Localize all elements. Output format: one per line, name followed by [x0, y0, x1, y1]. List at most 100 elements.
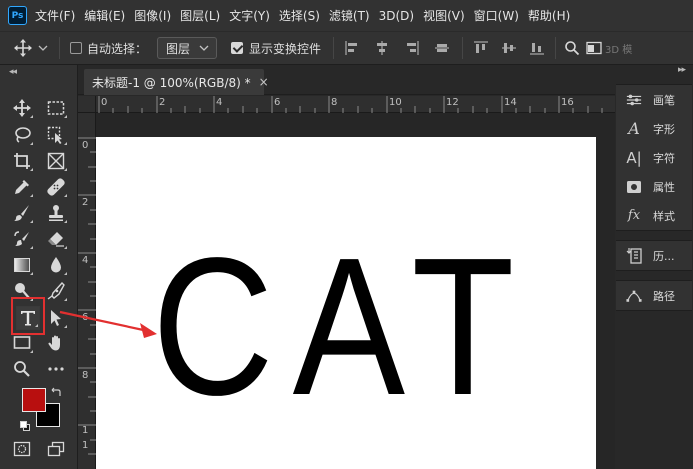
panel-label: 历... — [653, 249, 675, 263]
auto-select-target-dropdown[interactable]: 图层 — [157, 37, 218, 59]
panel-label: 路径 — [653, 289, 675, 303]
ruler-h-label: 16 — [561, 97, 574, 108]
document-tab-bar: 未标题-1 @ 100%(RGB/8) * × — [78, 65, 615, 95]
ruler-h-label: 0 — [101, 97, 108, 108]
ruler-h-label: 6 — [274, 97, 281, 108]
ruler-h-label: 8 — [331, 97, 338, 108]
default-colors-icon[interactable] — [20, 421, 30, 431]
more-dots-icon — [48, 367, 64, 371]
panel-history[interactable]: 历... — [616, 241, 692, 270]
eyedropper-tool[interactable] — [10, 175, 34, 199]
quick-mask-button[interactable] — [10, 437, 34, 461]
align-top-edges-icon[interactable] — [473, 40, 489, 56]
panel-styles[interactable]: fx 样式 — [616, 201, 692, 230]
toolbar-collapse-icon[interactable]: ◂◂ — [9, 67, 17, 77]
blur-drop-icon — [51, 257, 61, 273]
panel-label: 字形 — [653, 122, 675, 136]
swap-colors-icon[interactable] — [51, 387, 61, 397]
auto-select-label: 自动选择： — [87, 41, 148, 56]
blur-tool[interactable] — [44, 253, 68, 277]
rectangular-marquee-tool[interactable] — [44, 96, 68, 120]
align-right-edges-icon[interactable] — [404, 40, 420, 56]
eraser-tool[interactable] — [44, 227, 68, 251]
frame-tool[interactable] — [44, 149, 68, 173]
document-tab-title: 未标题-1 @ 100%(RGB/8) * — [92, 75, 251, 90]
menu-image[interactable]: 图像(I) — [134, 7, 171, 24]
panel-glyphs[interactable]: A 字形 — [616, 114, 692, 143]
align-middle-icon[interactable] — [501, 40, 517, 56]
align-vertical-centers-icon[interactable] — [434, 40, 450, 56]
options-separator — [555, 37, 557, 59]
panel-paths[interactable]: 路径 — [616, 281, 692, 310]
edit-toolbar-button[interactable] — [44, 357, 68, 381]
properties-icon — [626, 179, 642, 195]
menu-3d[interactable]: 3D(D) — [379, 9, 414, 23]
vertical-ruler[interactable]: 0 2 4 6 8 1 1 — [78, 113, 96, 469]
search-icon[interactable] — [564, 40, 580, 56]
clone-stamp-tool[interactable] — [44, 201, 68, 225]
auto-select-checkbox[interactable] — [70, 42, 82, 54]
menu-bar: Ps 文件(F) 编辑(E) 图像(I) 图层(L) 文字(Y) 选择(S) 滤… — [0, 0, 693, 31]
ruler-origin[interactable] — [78, 96, 96, 113]
zoom-tool[interactable] — [10, 357, 34, 381]
panel-brushes[interactable]: 画笔 — [616, 85, 692, 114]
frame-icon — [47, 152, 65, 170]
panel-properties[interactable]: 属性 — [616, 172, 692, 201]
stamp-icon — [49, 205, 63, 221]
menu-window[interactable]: 窗口(W) — [474, 7, 519, 24]
options-separator — [333, 37, 335, 59]
align-horizontal-centers-icon[interactable] — [374, 40, 390, 56]
align-left-edges-icon[interactable] — [344, 40, 360, 56]
menu-select[interactable]: 选择(S) — [279, 7, 320, 24]
document-tab[interactable]: 未标题-1 @ 100%(RGB/8) * × — [84, 69, 269, 95]
gradient-tool[interactable] — [10, 253, 34, 277]
move-tool-icon[interactable] — [14, 39, 32, 57]
menu-type[interactable]: 文字(Y) — [229, 7, 270, 24]
zoom-icon — [14, 361, 30, 377]
eyedropper-icon — [15, 180, 29, 194]
panel-dock-collapse-icon[interactable]: ▸▸ — [615, 65, 693, 81]
ruler-h-label: 14 — [504, 97, 517, 108]
rectangle-shape-icon — [13, 336, 31, 349]
glyphs-icon: A — [628, 119, 640, 138]
panel-character[interactable]: A| 字符 — [616, 143, 692, 172]
menu-layer[interactable]: 图层(L) — [180, 7, 220, 24]
3d-mode-label: 3D 模 — [605, 44, 633, 56]
menu-view[interactable]: 视图(V) — [423, 7, 465, 24]
panel-group-paths: 路径 — [616, 280, 692, 311]
ruler-v-label: 0 — [82, 140, 89, 151]
lasso-tool[interactable] — [10, 123, 34, 147]
menu-edit[interactable]: 编辑(E) — [84, 7, 125, 24]
show-transform-controls-checkbox[interactable] — [231, 42, 244, 54]
canvas-text-layer[interactable]: CAT — [152, 229, 533, 425]
screen-mode-button[interactable] — [44, 437, 68, 461]
foreground-color-swatch[interactable] — [22, 388, 46, 412]
horizontal-ruler[interactable]: 0 2 4 6 8 10 12 14 16 — [96, 96, 615, 113]
ruler-h-label: 10 — [389, 97, 402, 108]
menu-help[interactable]: 帮助(H) — [528, 7, 570, 24]
workspace-icon[interactable] — [586, 41, 602, 55]
menu-filter[interactable]: 滤镜(T) — [329, 7, 370, 24]
healing-brush-icon — [47, 178, 65, 196]
annotation-arrow — [59, 310, 157, 338]
eraser-icon — [48, 232, 64, 247]
menu-file[interactable]: 文件(F) — [35, 7, 75, 24]
tool-preset-chevron-down-icon[interactable] — [37, 43, 49, 53]
crop-tool[interactable] — [10, 149, 34, 173]
panel-label: 样式 — [653, 209, 675, 223]
panel-group-history: 历... — [616, 240, 692, 271]
brush-tool[interactable] — [10, 201, 34, 225]
show-transform-controls-label: 显示变换控件 — [249, 41, 322, 56]
spot-healing-brush-tool[interactable] — [44, 175, 68, 199]
align-bottom-edges-icon[interactable] — [529, 40, 545, 56]
move-tool[interactable] — [10, 96, 34, 120]
panel-label: 画笔 — [653, 93, 675, 107]
object-selection-tool[interactable] — [44, 123, 68, 147]
close-document-icon[interactable]: × — [259, 75, 269, 89]
ruler-v-label: 2 — [82, 197, 89, 208]
brush-settings-icon — [626, 92, 642, 108]
brush-icon — [14, 205, 29, 221]
history-brush-tool[interactable] — [10, 227, 34, 251]
options-separator — [462, 37, 464, 59]
options-bar: 自动选择： 图层 显示变换控件 3D 模 — [0, 31, 693, 65]
